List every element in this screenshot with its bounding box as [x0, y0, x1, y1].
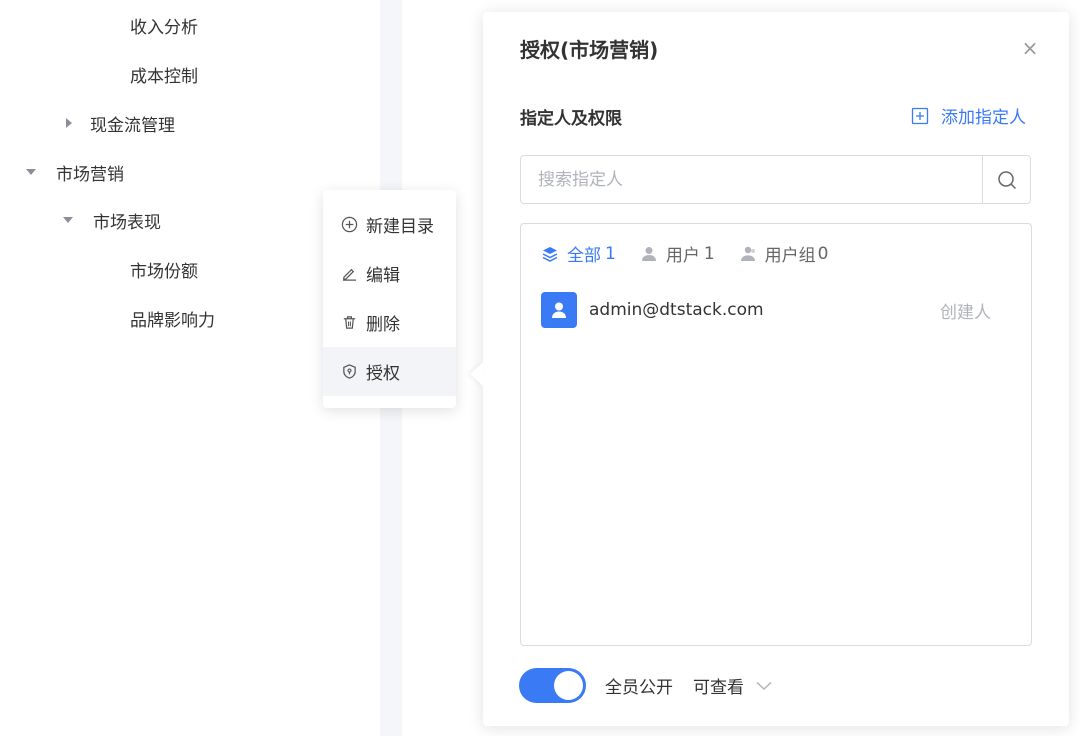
shield-icon	[343, 364, 356, 379]
menu-item-new-folder[interactable]: 新建目录	[323, 200, 456, 249]
chevron-down-icon	[756, 681, 772, 690]
assignee-list: 全部 1 用户 1 用户组 0 admin@dtstack.com 创建人	[520, 223, 1032, 646]
tree-item-label: 市场份额	[130, 261, 198, 282]
context-menu: 新建目录 编辑 删除 授权	[323, 190, 456, 408]
caret-down-icon[interactable]	[26, 169, 36, 175]
tree-item-brand-influence[interactable]: 品牌影响力	[130, 303, 215, 333]
tree-item-label: 现金流管理	[90, 115, 175, 136]
tab-all[interactable]: 全部 1	[541, 241, 616, 266]
pencil-icon	[342, 268, 357, 281]
user-email: admin@dtstack.com	[589, 300, 764, 320]
tab-count: 1	[605, 243, 616, 264]
user-group-icon	[740, 246, 755, 261]
panel-pointer-arrow	[470, 362, 483, 386]
list-item[interactable]: admin@dtstack.com 创建人	[541, 291, 1011, 329]
public-toggle[interactable]	[519, 668, 586, 703]
avatar	[541, 292, 577, 328]
tree-item-label: 品牌影响力	[130, 310, 215, 331]
trash-icon	[343, 316, 356, 329]
tree-item-market-share[interactable]: 市场份额	[130, 254, 198, 284]
add-person-button[interactable]: 添加指定人	[911, 103, 1026, 128]
section-label: 指定人及权限	[520, 109, 622, 129]
panel-title: 授权(市场营销)	[520, 38, 659, 62]
menu-item-label: 授权	[366, 364, 400, 384]
add-person-label: 添加指定人	[941, 108, 1026, 128]
menu-item-label: 新建目录	[366, 217, 434, 237]
tree-item-revenue-analysis[interactable]: 收入分析	[130, 10, 198, 40]
search-box	[520, 155, 1031, 204]
tree-item-label: 市场营销	[56, 164, 124, 185]
plus-square-icon	[911, 107, 929, 124]
menu-item-authorize[interactable]: 授权	[323, 347, 456, 396]
filter-tabs: 全部 1 用户 1 用户组 0	[541, 241, 852, 266]
search-icon	[997, 170, 1016, 189]
tree-item-label: 成本控制	[130, 66, 198, 87]
authorization-panel: 授权(市场营销) × 指定人及权限 添加指定人 全部 1 用户 1 用户组	[483, 12, 1069, 726]
tab-users[interactable]: 用户 1	[640, 241, 715, 266]
tab-label: 全部	[567, 246, 601, 266]
tab-label: 用户	[665, 246, 700, 266]
tab-count: 0	[817, 243, 829, 264]
menu-item-label: 编辑	[366, 266, 400, 286]
tab-user-groups[interactable]: 用户组 0	[739, 241, 829, 266]
tree-item-marketing[interactable]: 市场营销	[26, 157, 124, 187]
tree-item-label: 市场表现	[93, 212, 161, 233]
tab-count: 1	[703, 243, 715, 264]
permission-value: 可查看	[693, 678, 744, 698]
tree-item-market-performance[interactable]: 市场表现	[63, 205, 161, 235]
tree-item-cashflow[interactable]: 现金流管理	[66, 108, 175, 138]
toggle-knob	[554, 671, 583, 700]
tab-label: 用户组	[764, 246, 816, 266]
menu-item-edit[interactable]: 编辑	[323, 249, 456, 298]
search-button[interactable]	[982, 156, 1030, 203]
permission-select[interactable]: 可查看	[693, 673, 772, 698]
tree-item-label: 收入分析	[130, 17, 198, 38]
caret-right-icon[interactable]	[66, 118, 72, 128]
menu-item-label: 删除	[366, 315, 400, 335]
user-icon	[641, 246, 656, 261]
user-role: 创建人	[940, 302, 991, 323]
tree-item-cost-control[interactable]: 成本控制	[130, 59, 198, 89]
plus-circle-icon	[341, 216, 358, 233]
search-input[interactable]	[521, 156, 982, 203]
public-label: 全员公开	[605, 678, 673, 698]
user-icon	[552, 302, 566, 318]
caret-down-icon[interactable]	[63, 217, 73, 223]
panel-footer: 全员公开 可查看	[519, 668, 772, 703]
layers-icon	[542, 246, 558, 262]
menu-item-delete[interactable]: 删除	[323, 298, 456, 347]
close-icon[interactable]: ×	[1020, 38, 1040, 58]
